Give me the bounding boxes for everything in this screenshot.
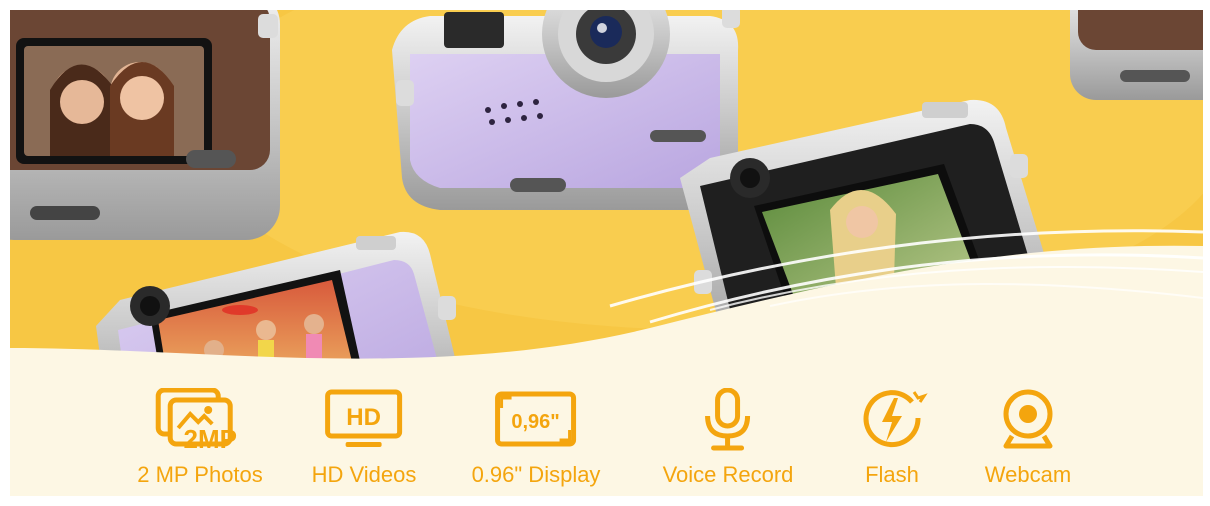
- feature-label: 0.96" Display: [471, 462, 601, 487]
- feature-voice-record: Voice Record: [662, 388, 794, 488]
- feature-label: Flash: [865, 462, 919, 487]
- feature-webcam: Webcam: [980, 388, 1076, 488]
- flash-icon: [863, 390, 928, 448]
- hd-video-icon: HD: [325, 389, 403, 447]
- svg-text:0,96": 0,96": [512, 411, 560, 433]
- svg-text:HD: HD: [347, 404, 382, 431]
- webcam-icon: [1003, 389, 1053, 449]
- feature-row: 2MP 2 MP Photos HD HD Videos 0,96" 0.96"…: [10, 388, 1203, 496]
- camera-brown-right: [1070, 10, 1203, 100]
- feature-label: Voice Record: [662, 462, 794, 487]
- feature-flash: Flash: [844, 388, 940, 488]
- feature-hd-videos: HD HD Videos: [311, 388, 417, 488]
- feature-label: HD Videos: [311, 462, 417, 487]
- photos-2mp-icon: 2MP: [155, 388, 237, 452]
- microphone-icon: [705, 388, 751, 451]
- product-banner: 2MP 2 MP Photos HD HD Videos 0,96" 0.96"…: [10, 10, 1203, 496]
- feature-label: 2 MP Photos: [137, 462, 263, 487]
- camera-brown-left: [10, 10, 280, 240]
- feature-label: Webcam: [984, 462, 1072, 487]
- feature-2mp-photos: 2MP 2 MP Photos: [137, 388, 263, 488]
- feature-display: 0,96" 0.96" Display: [471, 388, 601, 488]
- display-size-icon: 0,96": [495, 391, 577, 447]
- svg-text:2MP: 2MP: [183, 424, 236, 452]
